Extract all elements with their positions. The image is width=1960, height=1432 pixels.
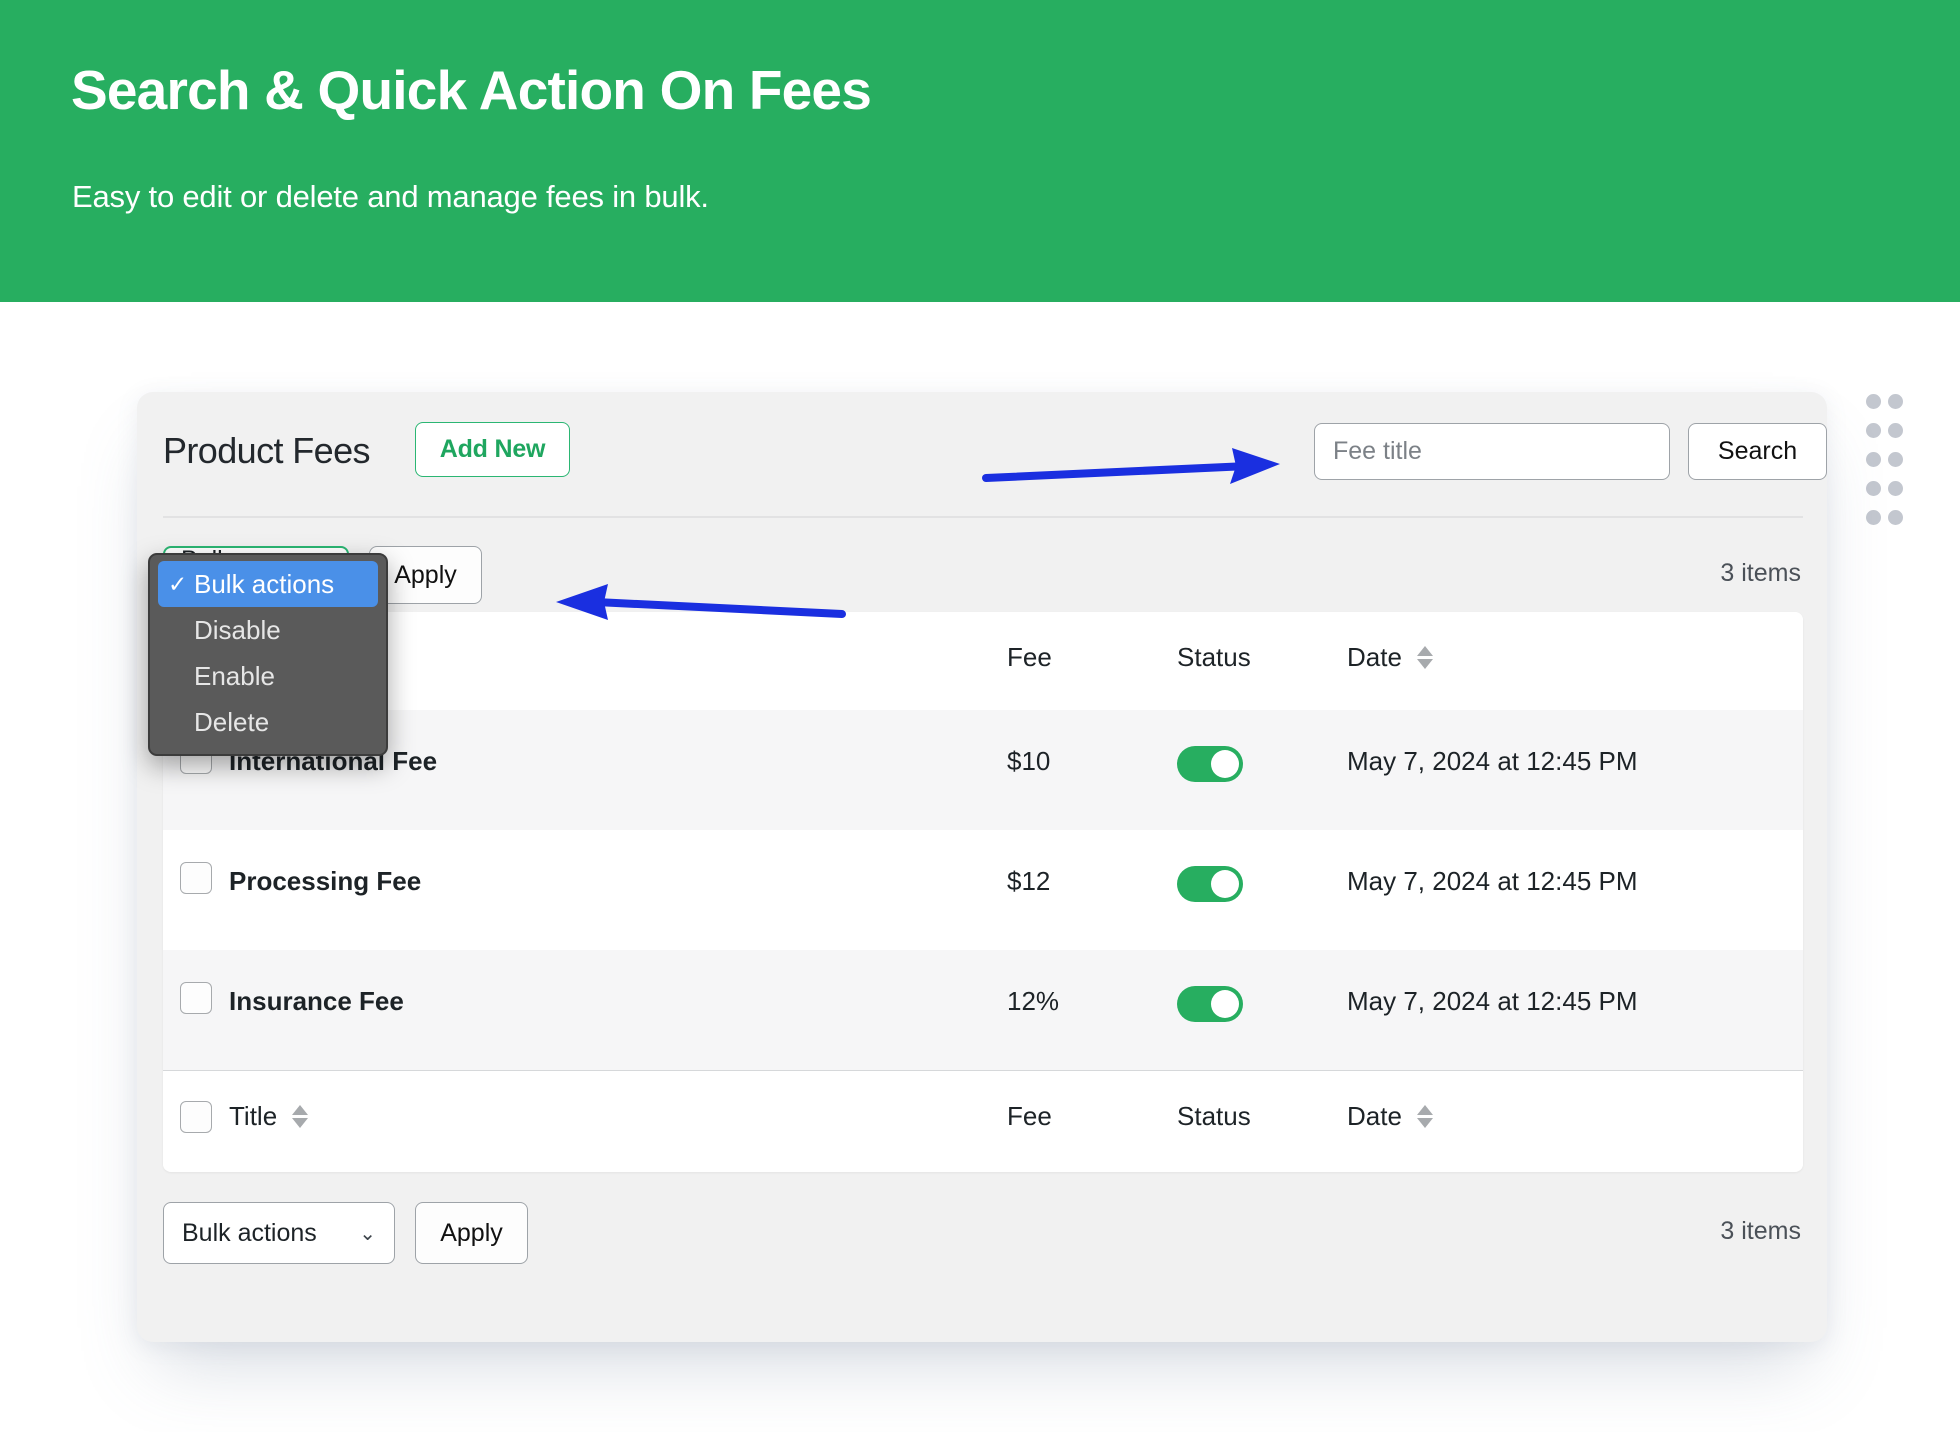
dropdown-item-bulk-actions[interactable]: ✓ Bulk actions (158, 561, 378, 607)
bulk-actions-bar-top: Bulk actions ⌄ Apply 3 items (137, 532, 1827, 608)
bulk-actions-select-bottom[interactable]: Bulk actions ⌄ (163, 1202, 395, 1264)
apply-button-bottom[interactable]: Apply (415, 1202, 528, 1264)
header-status-cell: Status (1177, 642, 1251, 672)
chevron-down-icon: ⌄ (359, 1222, 376, 1245)
hero-banner: Search & Quick Action On Fees Easy to ed… (0, 0, 1960, 302)
dot (1866, 394, 1881, 409)
row-checkbox-cell (163, 950, 229, 1014)
check-icon: ✓ (168, 570, 188, 597)
dropdown-item-label: Enable (194, 660, 275, 691)
row-fee: $10 (1007, 746, 1051, 776)
page-root: Search & Quick Action On Fees Easy to ed… (0, 0, 1960, 1432)
status-toggle[interactable] (1177, 866, 1243, 902)
footer-title-label: Title (229, 1101, 278, 1131)
header-fee-cell: Fee (1007, 642, 1052, 672)
page-subheadline: Easy to edit or delete and manage fees i… (72, 179, 709, 214)
row-status-cell (1177, 710, 1347, 789)
dot (1888, 481, 1903, 496)
dot (1866, 452, 1881, 467)
sort-icon[interactable] (1417, 1104, 1434, 1128)
row-date: May 7, 2024 at 12:45 PM (1347, 986, 1638, 1016)
row-date: May 7, 2024 at 12:45 PM (1347, 746, 1638, 776)
bulk-actions-select-bottom-value: Bulk actions (182, 1218, 317, 1247)
search-button[interactable]: Search (1688, 423, 1827, 480)
toggle-knob (1211, 990, 1239, 1018)
header-divider (163, 516, 1803, 518)
dropdown-item-label: Disable (194, 614, 281, 645)
table-row[interactable]: Processing Fee $12 May 7, 2024 at 12:45 … (163, 830, 1803, 950)
header-date-label: Date (1347, 642, 1402, 672)
header-date-cell[interactable]: Date (1347, 612, 1803, 673)
product-fees-card: Product Fees Add New Search Bulk actions… (137, 392, 1827, 1342)
dropdown-item-label: Delete (194, 706, 270, 737)
dot (1888, 423, 1903, 438)
dropdown-item-label: Bulk actions (194, 568, 335, 599)
footer-date-cell[interactable]: Date (1347, 1071, 1803, 1132)
dropdown-item-disable[interactable]: Disable (150, 607, 386, 653)
row-fee: 12% (1007, 986, 1060, 1016)
table-row[interactable]: International Fee $10 May 7, 2024 at 12:… (163, 710, 1803, 830)
dot (1866, 481, 1881, 496)
footer-fee-cell: Fee (1007, 1101, 1052, 1131)
row-title: Insurance Fee (229, 986, 404, 1016)
dot (1866, 423, 1881, 438)
row-checkbox-cell (163, 830, 229, 894)
row-title: Processing Fee (229, 866, 422, 896)
table-row[interactable]: Insurance Fee 12% May 7, 2024 at 12:45 P… (163, 950, 1803, 1070)
table-header-row: Fee Status Date (163, 612, 1803, 710)
row-fee: $12 (1007, 866, 1051, 896)
row-date: May 7, 2024 at 12:45 PM (1347, 866, 1638, 896)
dot (1888, 510, 1903, 525)
footer-status-cell: Status (1177, 1101, 1251, 1131)
search-input[interactable] (1314, 423, 1670, 480)
page-title: Product Fees (163, 430, 371, 471)
row-status-cell (1177, 830, 1347, 909)
dot (1888, 394, 1903, 409)
row-checkbox[interactable] (180, 982, 212, 1014)
status-toggle[interactable] (1177, 986, 1243, 1022)
row-status-cell (1177, 950, 1347, 1029)
items-count-top: 3 items (1720, 559, 1801, 587)
dot (1888, 452, 1903, 467)
bulk-actions-dropdown-menu[interactable]: ✓ Bulk actions Disable Enable Delete (148, 553, 388, 756)
footer-title-cell[interactable]: Title (229, 1071, 1007, 1132)
dropdown-item-enable[interactable]: Enable (150, 653, 386, 699)
fees-table: Fee Status Date International Fee $10 Ma… (163, 612, 1803, 1172)
footer-select-all-cell (163, 1071, 229, 1133)
bulk-actions-bar-bottom: Bulk actions ⌄ Apply 3 items (137, 1194, 1827, 1274)
toggle-knob (1211, 870, 1239, 898)
dot (1866, 510, 1881, 525)
sort-icon[interactable] (292, 1104, 309, 1128)
footer-date-label: Date (1347, 1101, 1402, 1131)
status-toggle[interactable] (1177, 746, 1243, 782)
decorative-dot-grid (1866, 394, 1910, 539)
dropdown-item-delete[interactable]: Delete (150, 699, 386, 745)
toggle-knob (1211, 750, 1239, 778)
annotation-arrow-to-search (982, 448, 1280, 484)
items-count-bottom: 3 items (1720, 1217, 1801, 1245)
annotation-arrow-to-bulk-actions (556, 584, 846, 620)
row-checkbox[interactable] (180, 862, 212, 894)
add-new-button[interactable]: Add New (415, 422, 570, 477)
table-footer-header-row: Title Fee Status Date (163, 1070, 1803, 1170)
page-headline: Search & Quick Action On Fees (71, 59, 872, 121)
select-all-checkbox[interactable] (180, 1101, 212, 1133)
sort-icon[interactable] (1417, 645, 1434, 669)
